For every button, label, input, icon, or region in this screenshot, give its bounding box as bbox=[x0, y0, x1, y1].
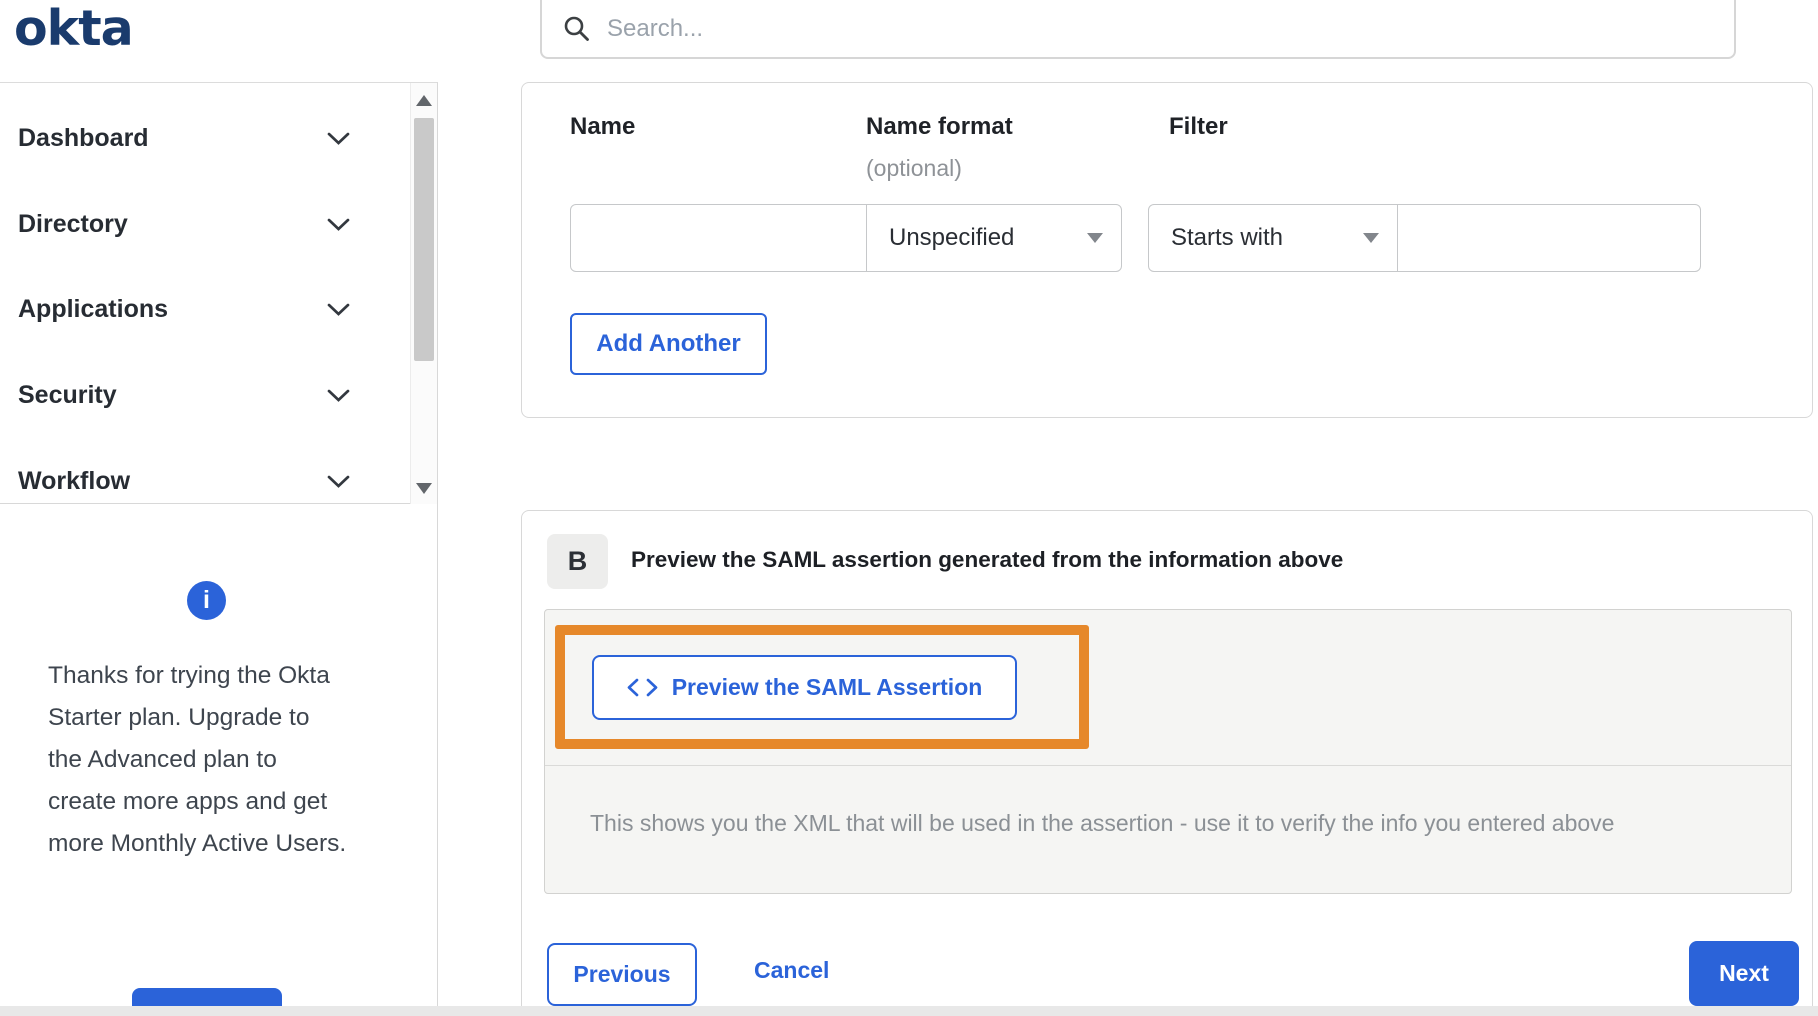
sidebar-item-workflow[interactable]: Workflow bbox=[0, 451, 410, 511]
sidebar-item-security[interactable]: Security bbox=[0, 365, 410, 425]
search-icon bbox=[563, 15, 590, 42]
plan-upgrade-notice: Thanks for trying the Okta Starter plan.… bbox=[48, 662, 347, 857]
scrollbar-thumb[interactable] bbox=[414, 118, 434, 361]
chevron-down-icon bbox=[327, 389, 350, 402]
name-format-optional-label: (optional) bbox=[866, 155, 962, 181]
sidebar-item-dashboard[interactable]: Dashboard bbox=[0, 108, 410, 168]
preview-description: This shows you the XML that will be used… bbox=[590, 810, 1615, 836]
preview-saml-assertion-button[interactable]: Preview the SAML Assertion bbox=[592, 655, 1017, 720]
chevron-down-icon bbox=[327, 218, 350, 231]
preview-section-title: Preview the SAML assertion generated fro… bbox=[631, 547, 1344, 572]
step-b-badge: B bbox=[547, 534, 608, 589]
info-icon: i bbox=[187, 581, 226, 620]
scroll-up-icon[interactable] bbox=[411, 87, 437, 113]
name-column-header: Name bbox=[570, 113, 636, 140]
filter-value-input[interactable] bbox=[1397, 204, 1701, 272]
chevron-down-icon bbox=[327, 132, 350, 145]
scroll-down-icon[interactable] bbox=[411, 475, 437, 501]
previous-button[interactable]: Previous bbox=[547, 943, 697, 1006]
sidebar-item-applications[interactable]: Applications bbox=[0, 279, 410, 339]
name-format-select[interactable]: Unspecified bbox=[866, 204, 1122, 272]
cancel-button[interactable]: Cancel bbox=[748, 956, 835, 985]
code-icon bbox=[627, 678, 658, 697]
preview-assertion-card: B Preview the SAML assertion generated f… bbox=[521, 510, 1813, 1016]
sidebar: Dashboard Directory Applications Securit… bbox=[0, 82, 438, 1016]
global-search[interactable] bbox=[540, 0, 1736, 59]
preview-description-row: This shows you the XML that will be used… bbox=[545, 765, 1791, 895]
okta-admin-page: okta Dashboard Directory Applications Se… bbox=[0, 0, 1818, 1016]
chevron-down-icon bbox=[327, 475, 350, 488]
caret-down-icon bbox=[1087, 233, 1103, 243]
chevron-down-icon bbox=[327, 303, 350, 316]
search-input[interactable] bbox=[605, 13, 1655, 44]
filter-column-header: Filter bbox=[1169, 113, 1228, 140]
caret-down-icon bbox=[1363, 233, 1379, 243]
filter-operator-select[interactable]: Starts with bbox=[1148, 204, 1398, 272]
page-bottom-strip bbox=[0, 1006, 1818, 1016]
attribute-statements-card: Name Name format (optional) Filter Unspe… bbox=[521, 82, 1813, 418]
okta-logo: okta bbox=[14, 0, 134, 57]
next-button[interactable]: Next bbox=[1689, 941, 1799, 1006]
sidebar-item-directory[interactable]: Directory bbox=[0, 194, 410, 254]
preview-panel: Preview the SAML Assertion This shows yo… bbox=[544, 609, 1792, 894]
attribute-name-input[interactable] bbox=[570, 204, 867, 272]
sidebar-menu: Dashboard Directory Applications Securit… bbox=[0, 83, 437, 504]
name-format-column-header: Name format bbox=[866, 113, 1013, 140]
add-another-button[interactable]: Add Another bbox=[570, 313, 767, 375]
sidebar-scrollbar[interactable] bbox=[410, 83, 437, 504]
